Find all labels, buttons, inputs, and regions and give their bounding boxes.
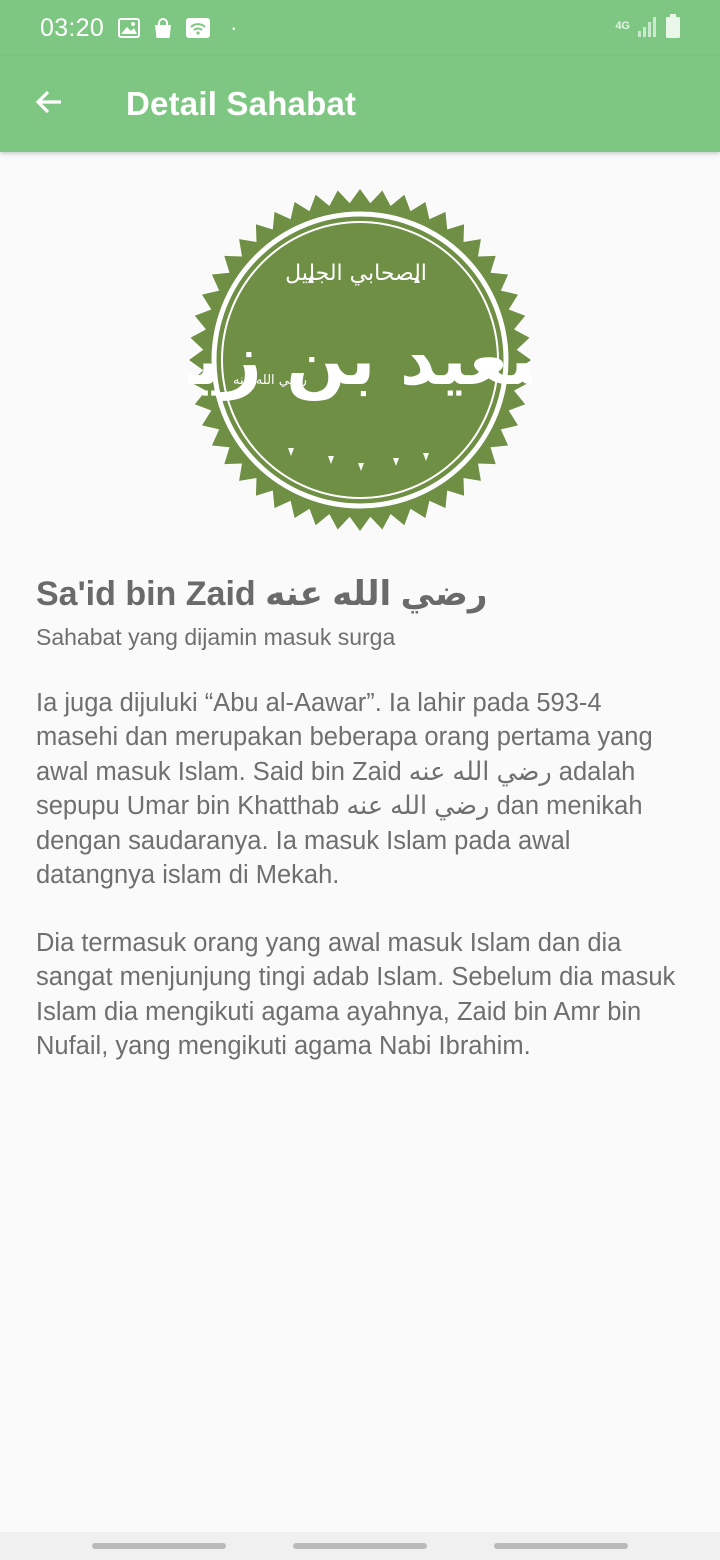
screen: 03:20 · 4G Detail Sahabat الصحابي الجليل… [0,0,720,1560]
sahabat-subtitle: Sahabat yang dijamin masuk surga [36,624,396,650]
description-paragraph-1: Ia juga dijuluki “Abu al-Aawar”. Ia lahi… [36,689,653,890]
status-icons-left: · [118,17,237,39]
back-button[interactable] [20,75,78,133]
seal-text-top: الصحابي الجليل [285,261,427,286]
arrow-left-icon [33,86,65,123]
status-icons-right: 4G [615,14,680,38]
status-bar: 03:20 · 4G [0,0,720,56]
seal-text-small: رضي الله عنه [233,373,307,388]
navigation-bar [0,1532,720,1560]
seal-text-large: سعيد بن زيد [188,319,532,401]
app-bar: Detail Sahabat [0,56,720,152]
network-type-label: 4G [615,19,630,32]
sahabat-calligraphy-seal: الصحابي الجليل سعيد بن زيد رضي الله عنه [155,188,577,532]
battery-icon [666,14,680,38]
signal-icon [638,15,658,37]
wifi-icon [186,18,211,38]
sahabat-name: Sa'id bin Zaid رضي الله عنه [36,575,488,613]
nav-recents-button[interactable] [92,1543,226,1549]
nav-home-button[interactable] [293,1543,427,1549]
notification-dot-icon: · [230,15,238,40]
description-paragraph-2: Dia termasuk orang yang awal masuk Islam… [36,929,676,1061]
page-title: Detail Sahabat [126,85,357,122]
shopping-bag-icon [152,17,174,39]
image-icon [118,18,141,38]
status-time: 03:20 [40,13,105,42]
nav-back-button[interactable] [494,1543,628,1549]
